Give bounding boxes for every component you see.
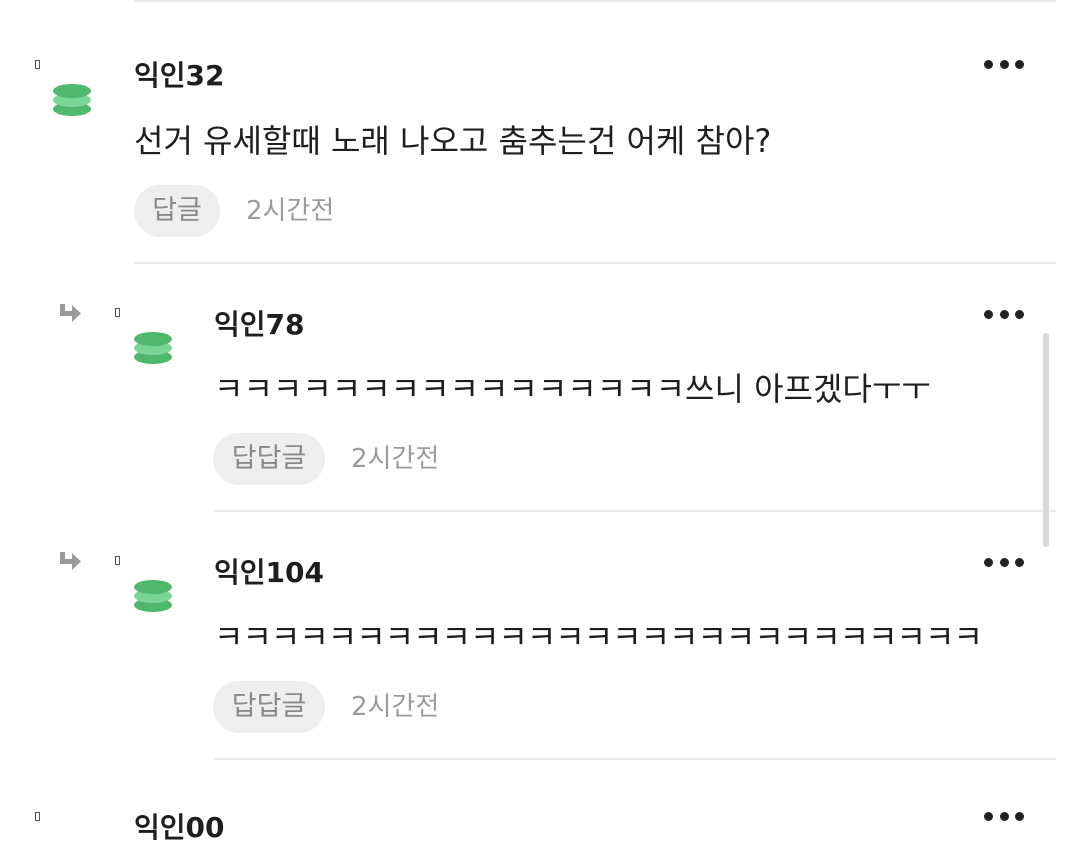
avatar-icon (134, 332, 172, 364)
reply-button[interactable]: 답답글 (213, 433, 325, 485)
divider (213, 758, 1056, 760)
square-icon (115, 556, 120, 565)
comment-text: ㅋㅋㅋㅋㅋㅋㅋㅋㅋㅋㅋㅋㅋㅋㅋㅋㅋㅋㅋㅋㅋㅋㅋㅋㅋㅋㅋ (214, 618, 983, 656)
more-options-icon[interactable] (984, 558, 1024, 570)
avatar-icon (53, 84, 91, 116)
reply-button[interactable]: 답답글 (213, 681, 325, 733)
scrollbar[interactable] (1043, 333, 1049, 547)
avatar-icon (134, 580, 172, 612)
more-options-icon[interactable] (984, 310, 1024, 322)
author-name[interactable]: 익인32 (134, 54, 225, 94)
author-name[interactable]: 익인00 (134, 806, 225, 846)
square-icon (35, 60, 40, 69)
divider (134, 262, 1056, 264)
reply-arrow-icon (60, 304, 81, 322)
square-icon (35, 812, 40, 821)
timestamp: 2시간전 (351, 444, 440, 474)
reply-arrow-icon (60, 552, 81, 570)
timestamp: 2시간전 (246, 196, 335, 226)
divider (213, 510, 1056, 512)
more-options-icon[interactable] (984, 60, 1024, 72)
divider (134, 0, 1056, 2)
square-icon (115, 308, 120, 317)
comment-text: ㅋㅋㅋㅋㅋㅋㅋㅋㅋㅋㅋㅋㅋㅋㅋㅋ쓰니 아프겠다ㅜㅜ (214, 370, 931, 408)
author-name[interactable]: 익인104 (214, 551, 324, 591)
comment-text: 선거 유세할때 노래 나오고 춤추는건 어케 참아? (134, 122, 772, 160)
timestamp: 2시간전 (351, 692, 440, 722)
more-options-icon[interactable] (984, 812, 1024, 824)
reply-button[interactable]: 답글 (134, 185, 220, 237)
author-name[interactable]: 익인78 (214, 303, 305, 343)
